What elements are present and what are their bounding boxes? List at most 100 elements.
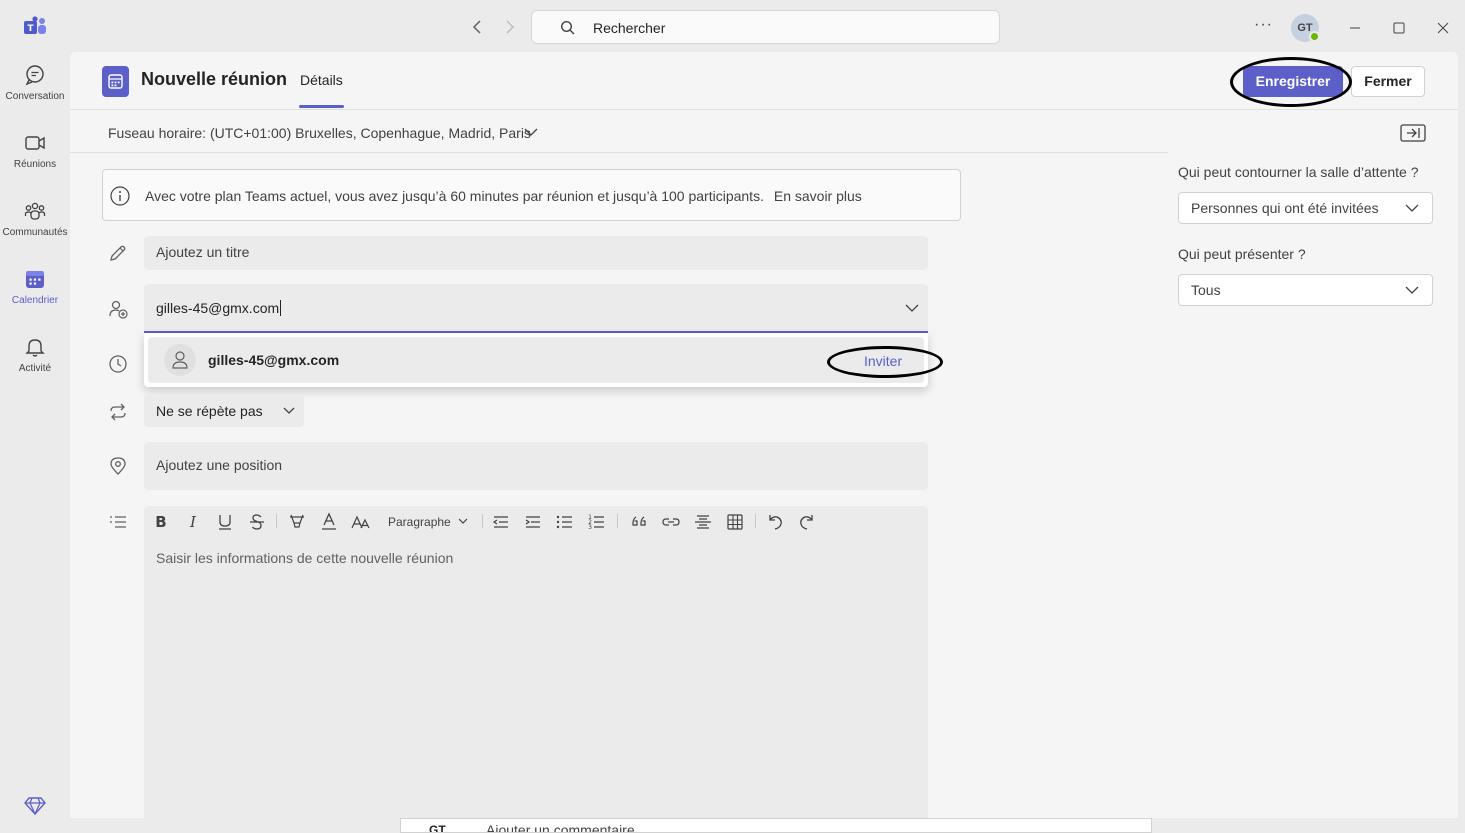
location-pin-icon: [108, 456, 128, 476]
title-input[interactable]: Ajoutez un titre: [144, 236, 928, 270]
details-list-icon: [108, 512, 128, 532]
undo-icon[interactable]: [764, 511, 786, 533]
rail-item-calendrier[interactable]: Calendrier: [0, 268, 70, 330]
form-header: Nouvelle réunion Détails Enregistrer Fer…: [70, 52, 1458, 110]
more-options-button[interactable]: ···: [1254, 16, 1276, 36]
attendee-value: gilles-45@gmx.com: [156, 300, 280, 316]
location-input[interactable]: Ajoutez une position: [144, 442, 928, 490]
chevron-down-icon[interactable]: [904, 302, 920, 314]
text-caret: [280, 300, 282, 316]
search-input[interactable]: Rechercher: [531, 10, 1000, 44]
editor-placeholder: Saisir les informations de cette nouvell…: [156, 550, 454, 566]
rail-item-reunions[interactable]: Réunions: [0, 132, 70, 194]
attendee-suggestion-dropdown: gilles-45@gmx.com Inviter: [144, 333, 928, 387]
plan-info-banner: Avec votre plan Teams actuel, vous avez …: [102, 169, 961, 221]
repeat-value: Ne se répète pas: [156, 403, 263, 419]
title-placeholder: Ajoutez un titre: [156, 244, 250, 260]
bold-icon[interactable]: B: [150, 511, 172, 533]
description-editor[interactable]: B I Paragraphe 1 2 3 Saisir les informat…: [144, 506, 928, 818]
tab-details[interactable]: Détails: [300, 72, 343, 88]
svg-text:I: I: [189, 513, 197, 531]
timezone-label[interactable]: Fuseau horaire: (UTC+01:00) Bruxelles, C…: [108, 125, 531, 141]
teams-logo-icon[interactable]: T: [24, 16, 48, 38]
search-icon: [560, 20, 576, 36]
underline-icon[interactable]: [214, 511, 236, 533]
bullet-list-icon[interactable]: [554, 511, 576, 533]
search-placeholder: Rechercher: [593, 20, 666, 36]
rail-label: Conversation: [5, 91, 65, 102]
repeat-icon: [108, 402, 128, 422]
link-icon[interactable]: [660, 511, 682, 533]
title-bar: T Rechercher ··· GT: [0, 0, 1465, 52]
rail-item-conversation[interactable]: Conversation: [0, 64, 70, 126]
minimize-icon[interactable]: [1343, 16, 1367, 40]
numbered-list-icon[interactable]: 123: [586, 511, 608, 533]
forward-arrow-icon[interactable]: [502, 18, 518, 36]
invite-button[interactable]: Inviter: [864, 353, 902, 369]
highlight-icon[interactable]: [286, 511, 308, 533]
increase-indent-icon[interactable]: [522, 511, 544, 533]
chevron-down-icon[interactable]: [523, 126, 539, 138]
save-button[interactable]: Enregistrer: [1243, 66, 1343, 97]
rail-label: Calendrier: [11, 295, 59, 306]
repeat-dropdown[interactable]: Ne se répète pas: [144, 395, 304, 427]
toolbar-separator: [276, 514, 277, 528]
lobby-bypass-value: Personnes qui ont été invitées: [1191, 200, 1379, 216]
quote-icon[interactable]: [628, 511, 650, 533]
paragraph-style-dropdown[interactable]: Paragraphe: [388, 515, 468, 529]
clock-icon: [108, 354, 128, 374]
lobby-bypass-label: Qui peut contourner la salle d’attente ?: [1178, 164, 1419, 180]
presenter-select[interactable]: Tous: [1178, 274, 1433, 306]
decrease-indent-icon[interactable]: [490, 511, 512, 533]
bell-icon: [24, 336, 46, 358]
community-icon: [24, 200, 46, 222]
chevron-down-icon: [458, 517, 468, 525]
back-arrow-icon[interactable]: [469, 18, 485, 36]
svg-text:B: B: [155, 513, 166, 531]
attendee-input[interactable]: gilles-45@gmx.com: [144, 284, 928, 333]
rail-item-communautes[interactable]: Communautés: [0, 200, 70, 262]
rail-label: Activité: [18, 363, 52, 374]
close-window-icon[interactable]: [1431, 16, 1455, 40]
plan-info-text: Avec votre plan Teams actuel, vous avez …: [145, 188, 764, 204]
add-person-icon: [108, 299, 128, 319]
lobby-bypass-select[interactable]: Personnes qui ont été invitées: [1178, 192, 1433, 224]
font-color-icon[interactable]: [318, 511, 340, 533]
pencil-icon: [108, 243, 128, 263]
video-icon: [24, 132, 46, 154]
chat-icon: [24, 64, 46, 86]
strikethrough-icon[interactable]: [246, 511, 268, 533]
chevron-down-icon: [282, 405, 296, 417]
toolbar-separator: [755, 514, 756, 528]
svg-text:T: T: [27, 24, 34, 34]
rail-label: Réunions: [13, 159, 57, 170]
collapse-panel-icon[interactable]: [1400, 124, 1426, 142]
app-rail: Conversation Réunions Communautés Calend…: [0, 52, 70, 833]
font-size-icon[interactable]: [350, 511, 372, 533]
suggestion-item[interactable]: gilles-45@gmx.com Inviter: [148, 337, 924, 383]
rail-item-activite[interactable]: Activité: [0, 336, 70, 398]
calendar-icon: [24, 268, 46, 290]
close-button[interactable]: Fermer: [1351, 66, 1425, 97]
redo-icon[interactable]: [796, 511, 818, 533]
suggestion-name: gilles-45@gmx.com: [208, 352, 340, 368]
italic-icon[interactable]: I: [182, 511, 204, 533]
page-title: Nouvelle réunion: [141, 69, 288, 89]
paragraph-label: Paragraphe: [388, 515, 451, 529]
horizontal-rule-icon[interactable]: [692, 511, 714, 533]
chevron-down-icon: [1404, 202, 1420, 214]
svg-text:3: 3: [588, 524, 592, 531]
chevron-down-icon: [1404, 284, 1420, 296]
table-icon[interactable]: [724, 511, 746, 533]
premium-diamond-icon[interactable]: [24, 796, 46, 816]
toolbar-separator: [617, 514, 618, 528]
info-icon: [109, 185, 131, 207]
rail-label: Communautés: [2, 227, 68, 238]
presence-available-icon: [1309, 31, 1320, 42]
calendar-badge-icon: [102, 66, 129, 97]
presenter-value: Tous: [1191, 282, 1221, 298]
learn-more-link[interactable]: En savoir plus: [774, 188, 862, 204]
timezone-row: Fuseau horaire: (UTC+01:00) Bruxelles, C…: [70, 111, 1168, 153]
meeting-form-panel: Nouvelle réunion Détails Enregistrer Fer…: [70, 52, 1458, 818]
maximize-icon[interactable]: [1387, 16, 1411, 40]
